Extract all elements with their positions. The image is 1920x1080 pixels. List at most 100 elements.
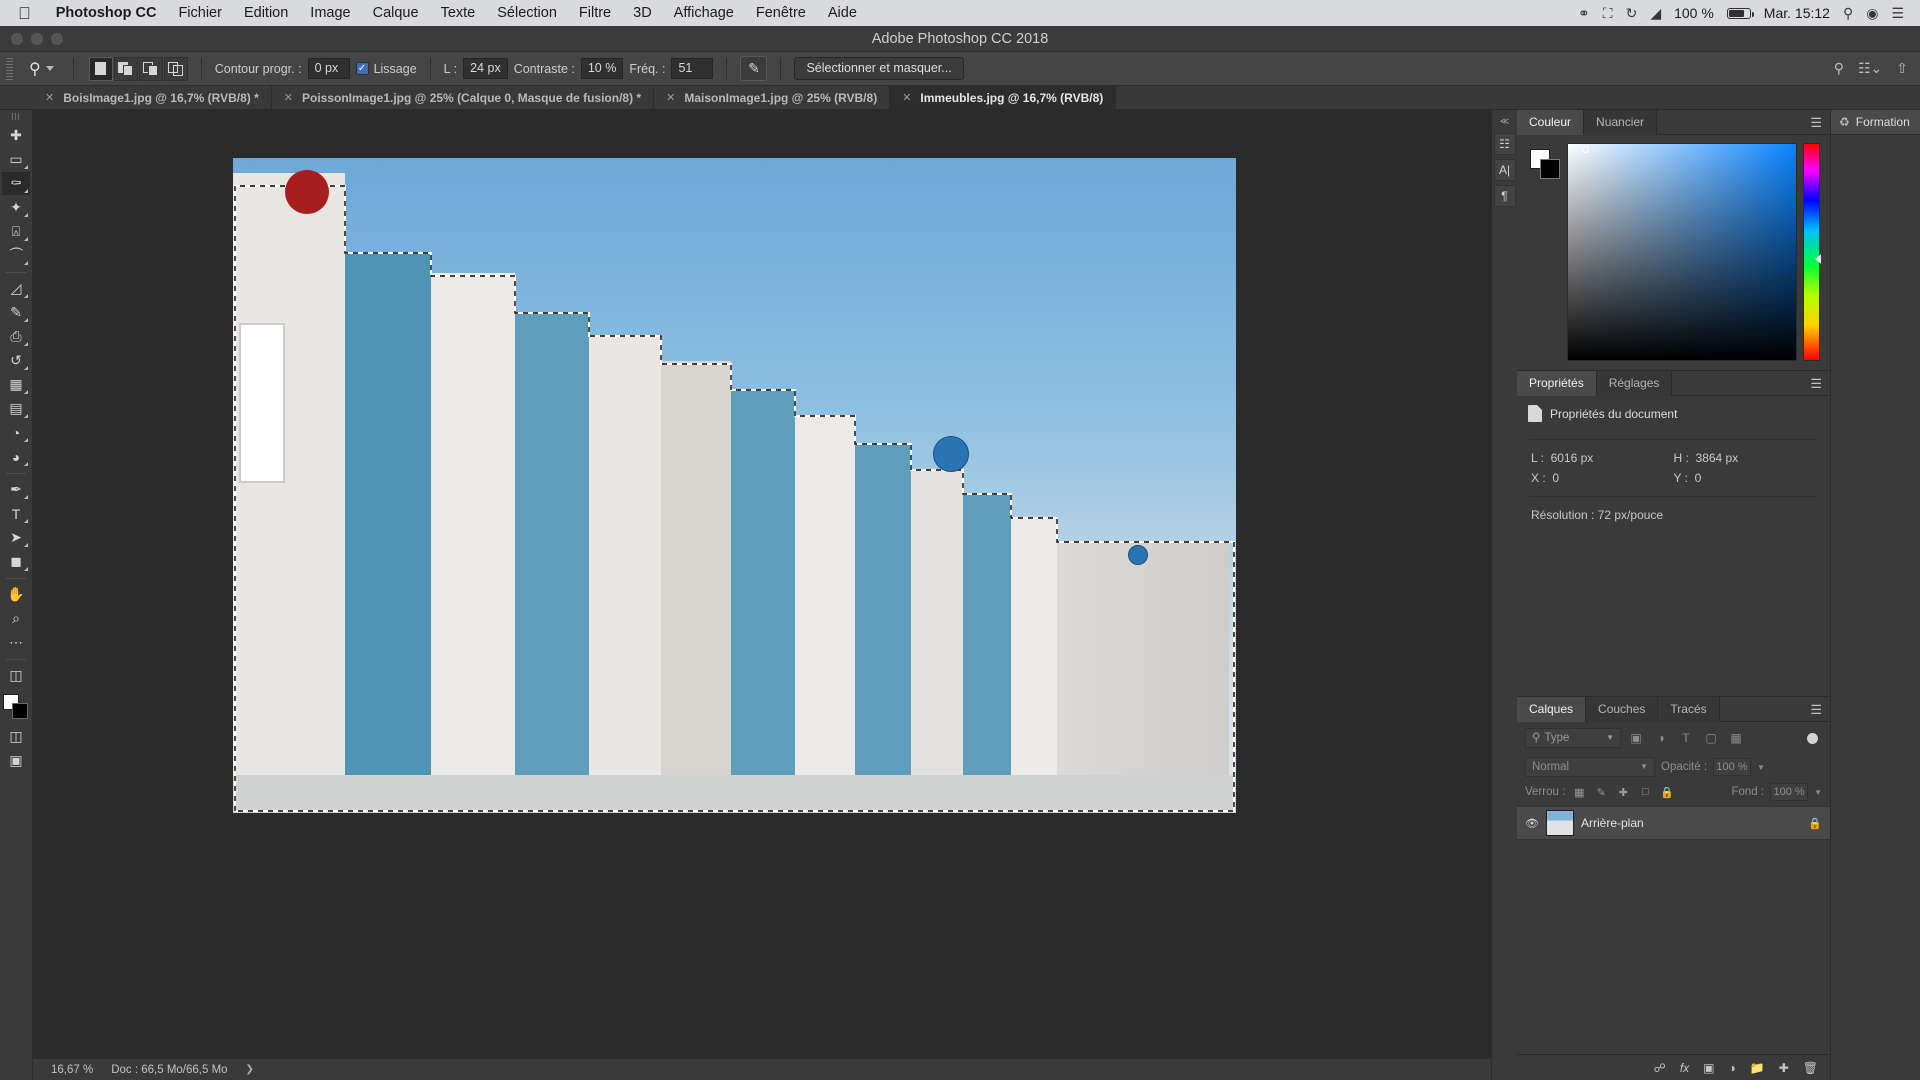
- options-bar-grip[interactable]: [6, 57, 13, 80]
- width-value[interactable]: 6016 px: [1551, 451, 1594, 465]
- tool-dodge[interactable]: ◕: [2, 445, 30, 468]
- tool-edit-toolbar[interactable]: ◫: [2, 664, 30, 687]
- type-filter-icon[interactable]: T: [1676, 728, 1696, 748]
- tool-spot-healing-brush[interactable]: ◿: [2, 277, 30, 300]
- tab-couleur[interactable]: Couleur: [1517, 109, 1585, 135]
- layer-style-fx-icon[interactable]: fx: [1680, 1061, 1689, 1075]
- adjustment-filter-icon[interactable]: ◑: [1651, 728, 1671, 748]
- color-field[interactable]: [1567, 143, 1797, 361]
- toolbox-grip[interactable]: [11, 113, 21, 120]
- zoom-level-label[interactable]: 16,67 %: [51, 1064, 93, 1076]
- lock-all-icon[interactable]: 🔒: [1659, 784, 1675, 800]
- menu-item-filtre[interactable]: Filtre: [568, 5, 622, 21]
- color-picker-body[interactable]: [1517, 135, 1830, 370]
- close-icon[interactable]: ✕: [45, 91, 54, 104]
- tool-screen-mode[interactable]: ▣: [2, 749, 30, 772]
- layer-thumbnail[interactable]: [1546, 810, 1574, 836]
- menu-item-selection[interactable]: Sélection: [486, 5, 568, 21]
- tab-calques[interactable]: Calques: [1517, 696, 1587, 722]
- blend-mode-select[interactable]: Normal ▼: [1525, 757, 1655, 777]
- share-icon[interactable]: ⇧: [1896, 60, 1908, 77]
- close-icon[interactable]: ✕: [902, 91, 911, 104]
- apple-logo-icon[interactable]: : [18, 5, 31, 22]
- width-input[interactable]: 24 px: [463, 58, 508, 79]
- x-value[interactable]: 0: [1552, 471, 1559, 485]
- tool-shape[interactable]: ◼: [2, 550, 30, 573]
- menu-item-photoshop-cc[interactable]: Photoshop CC: [45, 5, 168, 21]
- shape-filter-icon[interactable]: ▢: [1701, 728, 1721, 748]
- creative-cloud-icon[interactable]: ⚭: [1578, 6, 1590, 20]
- add-to-selection-button[interactable]: [113, 56, 138, 81]
- menu-item-aide[interactable]: Aide: [817, 5, 868, 21]
- layer-mask-icon[interactable]: ▣: [1703, 1061, 1714, 1075]
- layer-row-arriere-plan[interactable]: 👁 Arrière-plan 🔒: [1517, 806, 1830, 840]
- menu-item-3d[interactable]: 3D: [622, 5, 663, 21]
- menu-item-affichage[interactable]: Affichage: [663, 5, 745, 21]
- workspace-switcher-icon[interactable]: ☷⌄: [1858, 60, 1882, 77]
- new-selection-button[interactable]: [88, 56, 113, 81]
- pixel-filter-icon[interactable]: ▣: [1626, 728, 1646, 748]
- filter-enable-toggle[interactable]: [1807, 732, 1818, 744]
- menu-item-calque[interactable]: Calque: [362, 5, 430, 21]
- new-layer-icon[interactable]: ✚: [1779, 1061, 1789, 1075]
- libraries-icon[interactable]: ☷: [1493, 133, 1516, 155]
- chevron-down-icon[interactable]: ▼: [1757, 763, 1765, 772]
- panel-menu-icon[interactable]: ☰: [1810, 703, 1830, 716]
- chevron-down-icon[interactable]: [45, 66, 54, 71]
- lock-transparent-pixels-icon[interactable]: ▦: [1571, 784, 1587, 800]
- document-tab-poissonimage1[interactable]: ✕ PoissonImage1.jpg @ 25% (Calque 0, Mas…: [271, 86, 655, 109]
- close-icon[interactable]: ✕: [666, 91, 675, 104]
- tool-eraser[interactable]: ▦: [2, 373, 30, 396]
- menu-list-icon[interactable]: ☰: [1891, 6, 1904, 20]
- tab-couches[interactable]: Couches: [1586, 696, 1659, 722]
- tab-proprietes[interactable]: Propriétés: [1517, 370, 1597, 396]
- tool-crop[interactable]: ⍓: [2, 220, 30, 243]
- menu-item-fenetre[interactable]: Fenêtre: [745, 5, 817, 21]
- frequency-input[interactable]: 51: [671, 58, 714, 79]
- tool-brush[interactable]: ✎: [2, 301, 30, 324]
- lock-icon[interactable]: 🔒: [1808, 817, 1822, 830]
- tool-pen[interactable]: ✒: [2, 478, 30, 501]
- panel-menu-icon[interactable]: ☰: [1810, 116, 1830, 129]
- layer-name[interactable]: Arrière-plan: [1581, 816, 1644, 830]
- document-tab-maisonimage1[interactable]: ✕ MaisonImage1.jpg @ 25% (RVB/8): [654, 86, 891, 109]
- tool-zoom[interactable]: ⌕: [2, 607, 30, 630]
- time-machine-icon[interactable]: ↻: [1626, 6, 1638, 20]
- antialias-checkbox-group[interactable]: ✓ Lissage: [355, 62, 417, 76]
- tool-rectangular-marquee[interactable]: ▭: [2, 148, 30, 171]
- document-tab-boisimage1[interactable]: ✕ BoisImage1.jpg @ 16,7% (RVB/8) *: [33, 86, 272, 109]
- opacity-input[interactable]: 100 %: [1713, 758, 1752, 776]
- battery-icon[interactable]: [1726, 7, 1754, 19]
- tool-clone-stamp[interactable]: ⎙: [2, 325, 30, 348]
- siri-icon[interactable]: ◉: [1866, 6, 1878, 20]
- canvas-area[interactable]: 16,67 % Doc : 66,5 Mo/66,5 Mo ❯: [33, 110, 1491, 1080]
- pen-pressure-icon[interactable]: ✎: [740, 56, 768, 81]
- delete-layer-icon[interactable]: 🗑: [1803, 1061, 1818, 1075]
- tool-eyedropper[interactable]: ⏜: [2, 244, 30, 267]
- intersect-selection-button[interactable]: [163, 56, 188, 81]
- link-layers-icon[interactable]: ☍: [1654, 1061, 1666, 1075]
- document-tab-immeubles[interactable]: ✕ Immeubles.jpg @ 16,7% (RVB/8): [890, 86, 1117, 109]
- tool-magic-wand[interactable]: ✦: [2, 196, 30, 219]
- smart-object-filter-icon[interactable]: ▦: [1726, 728, 1746, 748]
- panel-menu-icon[interactable]: ☰: [1810, 377, 1830, 390]
- airplay-icon[interactable]: ⛶: [1603, 6, 1613, 20]
- tool-type[interactable]: T: [2, 502, 30, 525]
- lock-artboard-icon[interactable]: □: [1637, 784, 1653, 800]
- select-and-mask-button[interactable]: Sélectionner et masquer...: [794, 57, 964, 80]
- tab-nuancier[interactable]: Nuancier: [1584, 109, 1658, 135]
- close-icon[interactable]: ✕: [284, 91, 293, 104]
- resolution-label[interactable]: Résolution : 72 px/pouce: [1531, 508, 1663, 522]
- tool-history-brush[interactable]: ↺: [2, 349, 30, 372]
- tab-formation[interactable]: ♻ Formation: [1831, 110, 1920, 135]
- menu-item-fichier[interactable]: Fichier: [167, 5, 233, 21]
- tool-path-selection[interactable]: ➤: [2, 526, 30, 549]
- tool-more-tools[interactable]: ⋯: [2, 631, 30, 654]
- wifi-icon[interactable]: ◢: [1650, 6, 1661, 20]
- background-color-swatch[interactable]: [12, 703, 28, 719]
- tool-blur[interactable]: ◔: [2, 421, 30, 444]
- chevron-down-icon[interactable]: ▼: [1814, 788, 1822, 797]
- tool-gradient[interactable]: ▤: [2, 397, 30, 420]
- menu-item-texte[interactable]: Texte: [430, 5, 487, 21]
- new-group-icon[interactable]: 📁: [1750, 1061, 1765, 1075]
